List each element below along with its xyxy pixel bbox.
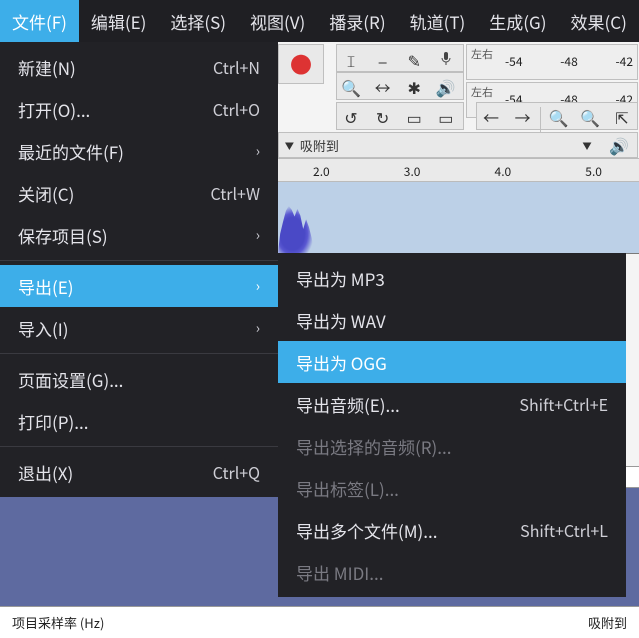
timeline-tick: 2.0 — [313, 163, 330, 180]
file-close[interactable]: 关闭(C) Ctrl+W — [0, 172, 278, 214]
waveform — [278, 183, 314, 253]
silence-icon[interactable]: ▭ — [432, 103, 460, 131]
menu-separator — [0, 353, 278, 354]
selection-tool-icon[interactable]: 𝙸 — [337, 46, 365, 74]
zoom-in-icon[interactable]: 🔍 — [545, 103, 573, 131]
file-open[interactable]: 打开(O)... Ctrl+O — [0, 88, 278, 130]
file-save-project[interactable]: 保存项目(S) › — [0, 214, 278, 256]
trim-icon[interactable]: ▭ — [400, 103, 428, 131]
export-selected-audio: 导出选择的音频(R)... — [278, 425, 626, 467]
menu-transport[interactable]: 播录(R) — [317, 0, 397, 42]
menu-edit[interactable]: 编辑(E) — [79, 0, 159, 42]
mic-icon[interactable] — [432, 45, 460, 73]
export-wav[interactable]: 导出为 WAV — [278, 299, 626, 341]
menu-separator — [0, 446, 278, 447]
tools-row1: 𝙸 ⎯ ✎ — [336, 44, 464, 72]
file-new[interactable]: 新建(N) Ctrl+N — [0, 46, 278, 88]
status-bar: 项目采样率 (Hz) 吸附到 — [0, 606, 639, 638]
undo-icon[interactable]: ↺ — [337, 103, 365, 131]
submenu-arrow-icon: › — [244, 276, 260, 296]
submenu-arrow-icon: › — [244, 318, 260, 338]
multi-tool-icon[interactable]: ✱ — [400, 73, 428, 101]
draw-tool-icon[interactable]: ✎ — [400, 46, 428, 74]
meter-db-labels-top: -54 -48 -42 — [505, 53, 633, 70]
device-label: 吸附到 — [300, 136, 569, 155]
file-menu: 新建(N) Ctrl+N 打开(O)... Ctrl+O 最近的文件(F) › … — [0, 42, 278, 497]
tools-row2: 🔍 ↔ ✱ 🔊 — [336, 72, 464, 100]
speaker-small-icon: 🔊 — [605, 131, 633, 159]
recording-meter: 左右 -54 -48 -42 — [466, 44, 638, 80]
menu-separator — [0, 260, 278, 261]
envelope-tool-icon[interactable]: ⎯ — [369, 46, 397, 74]
file-print[interactable]: 打印(P)... — [0, 400, 278, 442]
export-submenu: 导出为 MP3 导出为 WAV 导出为 OGG 导出音频(E)... Shift… — [278, 253, 626, 597]
edit-toolbar: ↺ ↻ ▭ ▭ — [336, 102, 464, 130]
menubar: 文件(F) 编辑(E) 选择(S) 视图(V) 播录(R) 轨道(T) 生成(G… — [0, 0, 639, 42]
snap-label: 吸附到 — [588, 613, 627, 632]
timeline-tick: 3.0 — [404, 163, 421, 180]
project-rate-label: 项目采样率 (Hz) — [12, 613, 104, 632]
export-midi: 导出 MIDI... — [278, 551, 626, 593]
menu-file[interactable]: 文件(F) — [0, 0, 79, 42]
file-exit[interactable]: 退出(X) Ctrl+Q — [0, 451, 278, 493]
speaker-icon[interactable]: 🔊 — [432, 73, 460, 101]
zoom-out-icon[interactable]: 🔍 — [576, 103, 604, 131]
file-import[interactable]: 导入(I) › — [0, 307, 278, 349]
overdub-dropdown[interactable]: ⯆ — [283, 131, 296, 159]
menu-view[interactable]: 视图(V) — [238, 0, 317, 42]
menu-generate[interactable]: 生成(G) — [477, 0, 558, 42]
zoom-fit-icon[interactable]: ⇱ — [608, 103, 636, 131]
menu-tracks[interactable]: 轨道(T) — [398, 0, 478, 42]
zoom-tool-icon[interactable]: 🔍 — [337, 73, 365, 101]
arrowright-icon[interactable]: → — [509, 103, 537, 131]
submenu-arrow-icon: › — [244, 225, 260, 245]
file-page-setup[interactable]: 页面设置(G)... — [0, 358, 278, 400]
export-labels: 导出标签(L)... — [278, 467, 626, 509]
audio-track[interactable] — [276, 182, 639, 254]
record-button[interactable]: ● — [287, 50, 315, 78]
timeshift-tool-icon[interactable]: ↔ — [369, 73, 397, 101]
submenu-arrow-icon: › — [244, 141, 260, 161]
zoom-toolbar: ← → 🔍 🔍 ⇱ — [476, 102, 638, 130]
redo-icon[interactable]: ↻ — [369, 103, 397, 131]
device-dropdown-icon[interactable]: ⯆ — [573, 131, 601, 159]
timeline-tick: 4.0 — [495, 163, 512, 180]
transport-record-group: ● — [278, 44, 324, 84]
device-toolbar: ⯆ 吸附到 ⯆ 🔊 — [278, 132, 638, 158]
file-recent[interactable]: 最近的文件(F) › — [0, 130, 278, 172]
menu-select[interactable]: 选择(S) — [158, 0, 238, 42]
meter-lr-bot: 左右 — [471, 87, 493, 98]
export-audio[interactable]: 导出音频(E)... Shift+Ctrl+E — [278, 383, 626, 425]
export-multiple[interactable]: 导出多个文件(M)... Shift+Ctrl+L — [278, 509, 626, 551]
export-ogg[interactable]: 导出为 OGG — [278, 341, 626, 383]
export-mp3[interactable]: 导出为 MP3 — [278, 257, 626, 299]
timeline-tick: 5.0 — [585, 163, 602, 180]
timeline-ruler[interactable]: 2.0 3.0 4.0 5.0 — [276, 158, 639, 182]
meter-lr-top: 左右 — [471, 49, 493, 60]
menu-effect[interactable]: 效果(C) — [559, 0, 639, 42]
arrowleft-icon[interactable]: ← — [477, 103, 505, 131]
file-export[interactable]: 导出(E) › — [0, 265, 278, 307]
